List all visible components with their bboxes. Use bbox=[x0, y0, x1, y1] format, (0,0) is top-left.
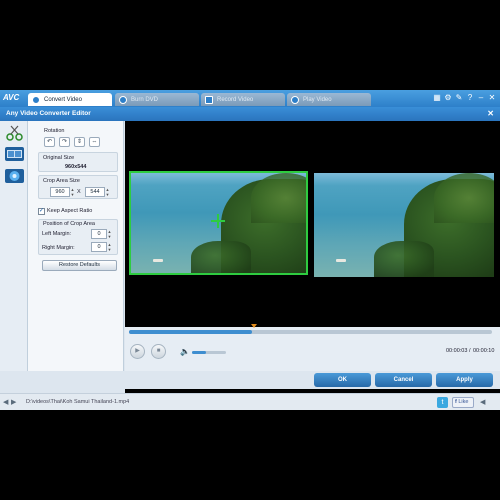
time-current: 00:00:03 bbox=[446, 348, 468, 354]
volume-fill bbox=[192, 351, 206, 354]
left-margin-input[interactable]: 0 bbox=[91, 229, 107, 239]
tools-icon[interactable]: ✎ bbox=[455, 93, 463, 102]
film-icon bbox=[7, 150, 22, 158]
convert-video-icon bbox=[32, 95, 40, 104]
help-icon[interactable]: ? bbox=[466, 93, 474, 102]
dialog-footer: OK Cancel Apply bbox=[0, 371, 500, 389]
rotate-right-button[interactable]: ↷ bbox=[59, 137, 70, 147]
close-icon[interactable]: ✕ bbox=[488, 93, 496, 102]
editor-title: Any Video Converter Editor bbox=[6, 110, 91, 117]
original-size-label: Original Size bbox=[43, 155, 75, 161]
rotate-left-button[interactable]: ↶ bbox=[44, 137, 55, 147]
right-margin-input[interactable]: 0 bbox=[91, 242, 107, 252]
original-size-box: Original Size 960x544 bbox=[38, 152, 118, 172]
tab-label: Record Video bbox=[217, 96, 254, 103]
editor-close-icon[interactable]: ✕ bbox=[487, 109, 494, 118]
tab-record-video[interactable]: Record Video bbox=[201, 93, 285, 106]
file-path: D:\videos\Thai\Koh Samui Thailand-1.mp4 bbox=[26, 399, 130, 405]
tab-label: Play Video bbox=[303, 96, 332, 103]
restore-defaults-button[interactable]: Restore Defaults bbox=[42, 260, 117, 271]
next-icon[interactable]: ▶ bbox=[11, 398, 16, 406]
rotate-left-icon: ↶ bbox=[46, 139, 53, 145]
record-icon bbox=[205, 95, 213, 104]
crop-move-handle-icon[interactable] bbox=[211, 214, 225, 228]
ok-button[interactable]: OK bbox=[314, 373, 371, 387]
play-icon: ▶ bbox=[135, 348, 140, 354]
progress-track[interactable] bbox=[129, 330, 492, 334]
original-size-value: 960x544 bbox=[65, 164, 87, 170]
time-total: 00:00:10 bbox=[473, 348, 495, 354]
rotate-right-icon: ↷ bbox=[61, 139, 68, 145]
scissors-icon bbox=[6, 125, 23, 141]
facebook-icon: f bbox=[455, 399, 457, 405]
right-margin-label: Right Margin: bbox=[42, 245, 75, 251]
disc-icon bbox=[119, 95, 127, 104]
crop-x-separator: X bbox=[77, 189, 81, 195]
crop-width-stepper[interactable]: ▲ ▼ bbox=[70, 187, 75, 197]
tab-label: Convert Video bbox=[44, 96, 82, 103]
apply-button[interactable]: Apply bbox=[436, 373, 493, 387]
cancel-button[interactable]: Cancel bbox=[375, 373, 432, 387]
app-logo: AVC bbox=[3, 93, 20, 102]
facebook-like-button[interactable]: f Like bbox=[452, 397, 474, 408]
flip-vertical-button[interactable]: ⇕ bbox=[74, 137, 85, 147]
stop-icon: ■ bbox=[156, 348, 161, 354]
keep-aspect-label: Keep Aspect Ratio bbox=[47, 208, 93, 214]
twitter-icon[interactable]: t bbox=[437, 397, 448, 408]
flip-horizontal-icon: ⇔ bbox=[91, 139, 98, 145]
collapse-icon[interactable]: ◀ bbox=[480, 398, 485, 406]
crop-tool-button[interactable] bbox=[5, 125, 24, 141]
time-separator: / bbox=[469, 348, 471, 354]
play-button[interactable]: ▶ bbox=[130, 344, 145, 359]
tool-rail bbox=[0, 121, 28, 371]
volume-slider[interactable] bbox=[192, 351, 226, 354]
flip-vertical-icon: ⇕ bbox=[76, 139, 83, 145]
output-video-frame bbox=[314, 173, 494, 277]
playhead-marker[interactable] bbox=[251, 324, 257, 328]
editor-title-bar: Any Video Converter Editor ✕ bbox=[0, 107, 500, 121]
right-margin-stepper[interactable]: ▲ ▼ bbox=[107, 242, 112, 252]
left-margin-stepper[interactable]: ▲ ▼ bbox=[107, 229, 112, 239]
prev-icon[interactable]: ◀ bbox=[3, 398, 8, 406]
tab-play-video[interactable]: Play Video bbox=[287, 93, 371, 106]
snowflake-icon bbox=[9, 171, 20, 181]
crop-settings-panel: Rotation ↶ ↷ ⇕ ⇔ Original Size 960x544 C… bbox=[28, 121, 124, 371]
effects-tool-button[interactable] bbox=[5, 147, 24, 161]
crop-area-label: Crop Area Size bbox=[43, 178, 80, 184]
volume-icon[interactable]: 🔈 bbox=[180, 347, 190, 356]
like-label: Like bbox=[458, 399, 469, 405]
tab-burn-dvd[interactable]: Burn DVD bbox=[115, 93, 199, 106]
watermark-tool-button[interactable] bbox=[5, 169, 24, 183]
top-tab-bar: AVC Convert Video Burn DVD Record Video … bbox=[0, 90, 500, 107]
app-window: AVC Convert Video Burn DVD Record Video … bbox=[0, 90, 500, 417]
gear-icon[interactable]: ⚙ bbox=[444, 93, 452, 102]
crop-height-input[interactable]: 544 bbox=[85, 187, 105, 197]
status-bar: ◀ ▶ D:\videos\Thai\Koh Samui Thailand-1.… bbox=[0, 393, 500, 410]
crop-height-stepper[interactable]: ▲ ▼ bbox=[105, 187, 110, 197]
keep-aspect-checkbox[interactable]: ✓ bbox=[38, 208, 45, 215]
crop-position-box: Position of Crop Area Left Margin: 0 ▲ ▼ … bbox=[38, 219, 118, 255]
left-margin-label: Left Margin: bbox=[42, 231, 72, 237]
progress-fill bbox=[129, 330, 253, 334]
crop-area-box: Crop Area Size 960 ▲ ▼ X 544 ▲ ▼ bbox=[38, 175, 118, 199]
stop-button[interactable]: ■ bbox=[151, 344, 166, 359]
tab-convert-video[interactable]: Convert Video bbox=[28, 93, 112, 106]
play-icon bbox=[291, 95, 299, 104]
playback-controls: ▶ ■ 🔈 00:00:03 / 00:00:10 bbox=[125, 324, 500, 371]
position-label: Position of Crop Area bbox=[43, 221, 95, 227]
flip-horizontal-button[interactable]: ⇔ bbox=[89, 137, 100, 147]
source-video-frame[interactable] bbox=[129, 171, 308, 275]
minimize-icon[interactable]: – bbox=[477, 93, 485, 102]
rotation-label: Rotation bbox=[44, 128, 65, 134]
crop-width-input[interactable]: 960 bbox=[50, 187, 70, 197]
tab-label: Burn DVD bbox=[131, 96, 159, 103]
grid-icon[interactable]: ▦ bbox=[433, 93, 441, 102]
